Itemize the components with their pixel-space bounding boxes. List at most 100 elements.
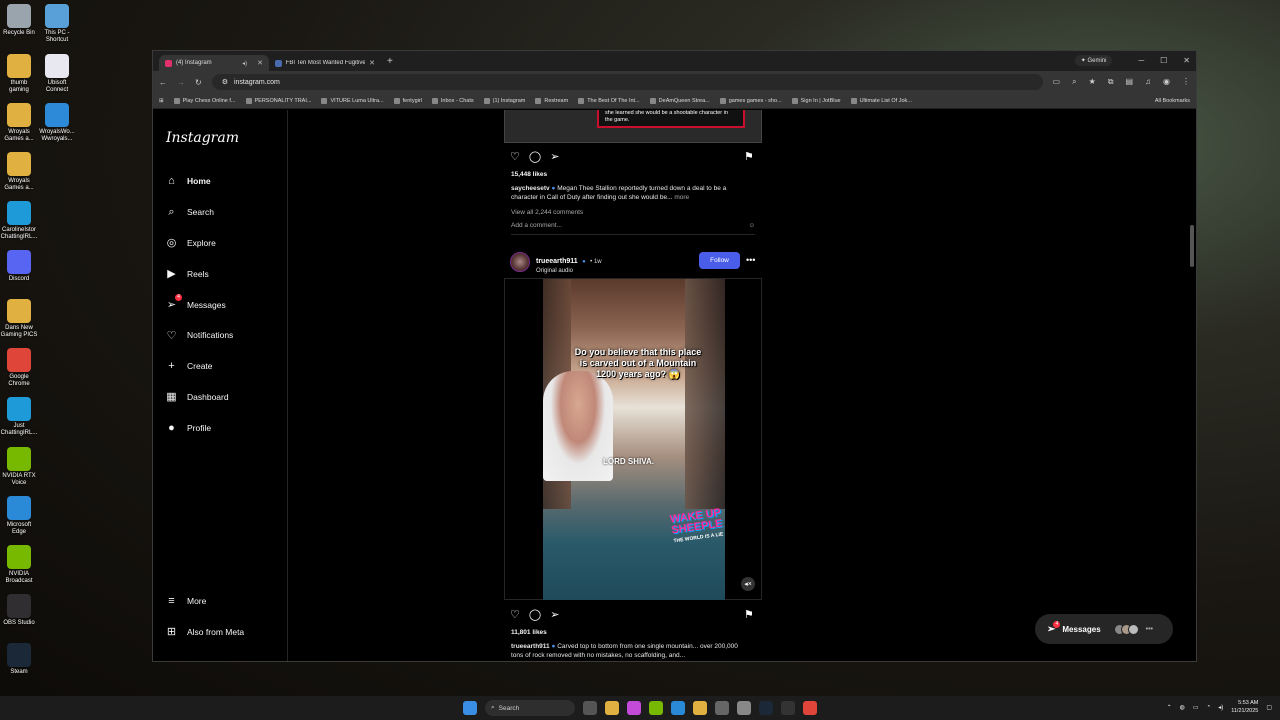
desktop-icon[interactable]: Dans New Gaming PICS [0, 299, 38, 339]
share-icon[interactable]: ➢ [550, 150, 559, 163]
close-tab-icon[interactable]: ✕ [369, 59, 375, 67]
edge-icon[interactable] [671, 701, 685, 715]
post1-view-comments[interactable]: View all 2,244 comments [511, 209, 583, 216]
post2-video[interactable]: Do you believe that this place is carved… [504, 278, 762, 600]
desktop-icon[interactable]: Discord [0, 250, 38, 283]
extensions-icon[interactable]: ⧉ [1108, 77, 1114, 87]
bookmark-item[interactable]: (1) Instagram [483, 97, 525, 104]
network-icon[interactable]: ◔ [1207, 704, 1211, 710]
url-field[interactable]: ⚙ instagram.com [211, 74, 1043, 90]
media-icon[interactable]: ♫ [1145, 77, 1151, 87]
desktop-icon[interactable]: Ubisoft Connect [38, 54, 76, 94]
reload-icon[interactable]: ↻ [195, 78, 202, 87]
bookmark-item[interactable]: fentygirl [393, 97, 422, 104]
back-icon[interactable]: ← [159, 78, 167, 87]
like-icon[interactable]: ♡ [510, 608, 520, 621]
cast-icon[interactable]: ▭ [1053, 77, 1061, 87]
desktop-icon[interactable]: Steam [0, 643, 38, 676]
profile-icon[interactable]: ◉ [1163, 77, 1170, 87]
new-tab-button[interactable]: + [387, 56, 393, 67]
nav-item-more[interactable]: ≡ More [165, 585, 244, 616]
desktop-icon[interactable]: OBS Studio [0, 594, 38, 627]
tab-instagram[interactable]: (4) Instagram ◂) ✕ [159, 55, 269, 71]
post1-username[interactable]: saycheesetv [511, 185, 550, 192]
nav-item-dashboard[interactable]: ▦ Dashboard [165, 382, 233, 413]
steam-icon[interactable] [759, 701, 773, 715]
menu-icon[interactable]: ⋮ [1182, 77, 1190, 87]
comment-icon[interactable]: ◯ [529, 150, 541, 163]
desktop-icon[interactable]: thumb gaming [0, 54, 38, 94]
windows-start-icon[interactable] [463, 701, 477, 715]
emoji-icon[interactable]: ☺ [748, 222, 755, 229]
desktop-icon[interactable]: NVIDIA RTX Voice [0, 447, 38, 487]
post1-likes[interactable]: 15,448 likes [511, 171, 547, 178]
notification-icon[interactable]: ▢ [1266, 704, 1272, 711]
desktop-icon[interactable]: Google Chrome [0, 348, 38, 388]
taskbar-search[interactable]: ⌕ Search [485, 700, 575, 716]
desktop-icon[interactable]: WroyalsWo... Wwroyals... [38, 103, 76, 143]
nav-item-also-from-meta[interactable]: ⊞ Also from Meta [165, 616, 244, 647]
gemini-button[interactable]: ✦ Gemini [1074, 55, 1113, 66]
all-bookmarks-button[interactable]: All Bookmarks [1155, 98, 1190, 104]
nav-item-reels[interactable]: ▶ Reels [165, 258, 233, 289]
chrome-icon[interactable] [803, 701, 817, 715]
page-scrollbar[interactable] [1190, 225, 1194, 267]
more-options-icon[interactable]: ••• [746, 255, 755, 265]
desktop-icon[interactable]: Wroyals Games a... [0, 103, 38, 143]
nav-item-notifications[interactable]: ♡ Notifications [165, 320, 234, 351]
mic-icon[interactable]: ◍ [1180, 704, 1185, 711]
site-info-icon[interactable]: ⚙ [222, 78, 228, 86]
bookmark-item[interactable]: games games - sho... [719, 97, 782, 104]
messages-pill[interactable]: ➢ 4 Messages ••• [1035, 614, 1173, 644]
bookmark-item[interactable]: Play Chess Online f... [173, 97, 236, 104]
bookmark-item[interactable]: The Best Of The Int... [578, 97, 640, 104]
bookmark-star-icon[interactable]: ★ [1089, 77, 1096, 87]
like-icon[interactable]: ♡ [510, 150, 520, 163]
nav-item-create[interactable]: + Create [165, 351, 233, 382]
nav-item-home[interactable]: ⌂ Home [165, 166, 233, 197]
task-view-icon[interactable] [583, 701, 597, 715]
bookmark-item[interactable]: Restream [535, 97, 568, 104]
obs-icon[interactable] [781, 701, 795, 715]
forward-icon[interactable]: → [177, 78, 185, 87]
tray-overflow-icon[interactable]: ⌃ [1167, 704, 1172, 711]
nav-item-search[interactable]: ⌕ Search [165, 197, 233, 228]
post2-username[interactable]: trueearth911 [536, 258, 578, 265]
post2-caption-username[interactable]: trueearth911 [511, 643, 550, 650]
zoom-icon[interactable]: ⌕ [1072, 77, 1076, 87]
desktop-icon[interactable]: Microsoft Edge [0, 496, 38, 536]
volume-icon[interactable]: ◂) [1218, 704, 1223, 711]
share-icon[interactable]: ➢ [550, 608, 559, 621]
display-icon[interactable]: ▭ [1193, 704, 1199, 711]
settings-icon[interactable] [737, 701, 751, 715]
nav-item-profile[interactable]: ● Profile [165, 412, 233, 443]
comment-icon[interactable]: ◯ [529, 608, 541, 621]
bookmark-item[interactable]: Inbox - Chats [431, 97, 474, 104]
desktop-icon[interactable]: CarolineIstor ChattingIRL... [0, 201, 38, 241]
post1-add-comment[interactable]: Add a comment... ☺ [511, 222, 755, 235]
sidepanel-icon[interactable]: ▤ [1125, 77, 1133, 87]
nav-item-messages[interactable]: ➢ 4 Messages [165, 289, 233, 320]
bookmark-item[interactable]: Ultimate List Of Jok... [850, 97, 912, 104]
avatar[interactable] [510, 252, 530, 272]
bookmark-item[interactable]: DeAmQueen Strea... [649, 97, 710, 104]
apps-icon[interactable]: ⊞ [159, 98, 164, 104]
save-icon[interactable]: ⚑ [744, 608, 754, 621]
post2-likes[interactable]: 11,801 likes [511, 629, 547, 636]
follow-button[interactable]: Follow [699, 252, 740, 269]
file-explorer-icon[interactable] [605, 701, 619, 715]
store-icon[interactable] [715, 701, 729, 715]
desktop-icon[interactable]: Recycle Bin [0, 4, 38, 37]
close-tab-icon[interactable]: ✕ [257, 59, 263, 67]
tab-fbi[interactable]: FBI Ten Most Wanted Fugitives ✕ [269, 55, 381, 71]
save-icon[interactable]: ⚑ [744, 150, 754, 163]
desktop-icon[interactable]: NVIDIA Broadcast [0, 545, 38, 585]
nav-item-explore[interactable]: ◎ Explore [165, 228, 233, 259]
desktop-icon[interactable]: Wroyals Games a... [0, 152, 38, 192]
bookmark-item[interactable]: Sign In | JotBlue [791, 97, 841, 104]
clock[interactable]: 5:53 AM 11/21/2025 [1231, 699, 1258, 715]
post1-more-link[interactable]: more [674, 194, 689, 201]
desktop-icon[interactable]: This PC - Shortcut [38, 4, 76, 44]
speaker-icon[interactable]: ◂) [242, 60, 247, 67]
close-window-icon[interactable]: ✕ [1183, 56, 1190, 65]
